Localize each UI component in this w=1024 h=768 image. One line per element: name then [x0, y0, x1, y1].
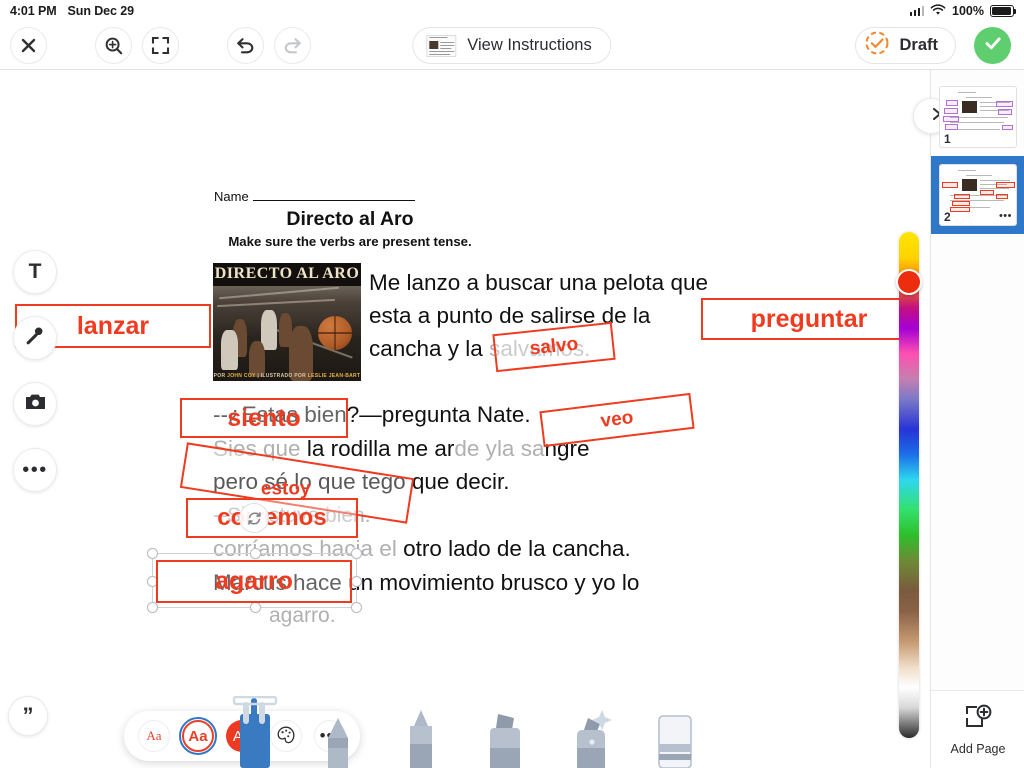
close-icon[interactable] [10, 27, 47, 64]
annotation-corremos-text: corremos [217, 504, 327, 531]
page-number-label: 2 [944, 210, 951, 224]
font-size-large-button[interactable]: Aa [226, 720, 258, 752]
resize-handle-bl[interactable] [147, 602, 158, 613]
annotation-preguntar-text: preguntar [750, 304, 868, 333]
document-thumbnail-icon [426, 34, 457, 57]
page-subtitle: Make sure the verbs are present tense. [228, 234, 472, 249]
page-title: Directo al Aro [286, 208, 414, 230]
comment-button[interactable]: ” [8, 696, 48, 736]
redo-icon[interactable] [274, 27, 311, 64]
status-time: 4:01 PM [10, 4, 57, 18]
text-tool-button[interactable]: T [13, 250, 57, 294]
toolbar-right-group: Draft [855, 27, 1024, 64]
resize-handle-bc[interactable] [250, 602, 261, 613]
name-field-row: Name [214, 189, 415, 204]
text-T-icon: T [28, 260, 42, 283]
more-tools-button[interactable]: ••• [13, 448, 57, 492]
annotation-agarro-text: agarro [215, 567, 293, 595]
resize-handle-tc[interactable] [250, 548, 261, 559]
text-format-toolbar: Aa Aa Aa ••• [124, 711, 360, 761]
add-page-label: Add Page [950, 741, 1006, 756]
font-size-medium-button[interactable]: Aa [179, 717, 217, 755]
view-instructions-label: View Instructions [467, 36, 592, 54]
audio-tool-button[interactable] [13, 316, 57, 360]
cellular-bars-icon [909, 6, 925, 16]
status-bar: 4:01 PM Sun Dec 29 100% [0, 0, 1024, 22]
status-indicators: 100% [909, 3, 1017, 19]
quote-icon: ” [22, 703, 34, 728]
dashed-circle-check-icon [864, 30, 890, 61]
worksheet-page: Name Directo al Aro Make sure the verbs … [0, 70, 930, 768]
wifi-icon [930, 3, 946, 19]
view-instructions-button[interactable]: View Instructions [412, 27, 612, 64]
resize-handle-br[interactable] [351, 602, 362, 613]
format-more-button[interactable]: ••• [314, 720, 346, 752]
name-label: Name [214, 189, 249, 204]
camera-tool-button[interactable] [13, 382, 57, 426]
page-options-button[interactable]: ••• [999, 211, 1012, 222]
annotation-siento[interactable]: siento [180, 398, 348, 438]
page-plus-icon [963, 704, 993, 735]
page-thumbnail-list: 1 2 ••• [931, 78, 1024, 234]
toolbar-left-group [0, 27, 311, 64]
submit-button[interactable] [974, 27, 1011, 64]
battery-full-icon [990, 5, 1017, 17]
worksheet-canvas[interactable]: Name Directo al Aro Make sure the verbs … [0, 70, 930, 768]
annotation-preguntar[interactable]: preguntar [701, 298, 915, 340]
annotation-veo-text: veo [599, 407, 635, 432]
left-tool-rail: T ••• [13, 250, 57, 492]
checkmark-icon [982, 32, 1004, 59]
rotate-handle[interactable] [239, 503, 269, 533]
top-toolbar: View Instructions Draft [0, 22, 1024, 70]
microphone-icon [24, 325, 46, 352]
page-panel: 1 2 ••• Add Page [913, 70, 1024, 768]
annotation-lanzar-text: lanzar [76, 311, 150, 340]
color-slider-thumb[interactable] [896, 269, 922, 295]
annotation-corremos[interactable]: corremos [186, 498, 358, 538]
page-thumbnail-2[interactable]: 2 ••• [931, 156, 1024, 234]
annotation-salvo-text: salvo [528, 333, 580, 360]
book-cover-credits: POR JOHN COY | ILUSTRADO POR LESLIE JEAN… [213, 373, 361, 379]
status-date: Sun Dec 29 [67, 4, 134, 18]
status-badge-label: Draft [899, 36, 938, 54]
annotation-agarro[interactable]: agarro [156, 560, 352, 603]
status-badge[interactable]: Draft [855, 27, 956, 64]
battery-percent: 100% [952, 4, 984, 18]
fullscreen-icon[interactable] [142, 27, 179, 64]
font-size-small-button[interactable]: Aa [138, 720, 170, 752]
book-cover-title: DIRECTO AL ARO [214, 265, 360, 282]
passage-line: Me lanzo a buscar una pelota que [369, 270, 708, 295]
undo-icon[interactable] [227, 27, 264, 64]
book-cover-image: DIRECTO AL ARO POR JOHN COY | ILUSTRADO … [213, 263, 361, 381]
zoom-in-icon[interactable] [95, 27, 132, 64]
resize-handle-mr[interactable] [351, 576, 362, 587]
page-number-label: 1 [944, 132, 951, 146]
add-page-button[interactable]: Add Page [931, 690, 1024, 768]
color-picker-slider[interactable] [899, 232, 919, 738]
name-blank-line [252, 200, 415, 201]
resize-handle-tl[interactable] [147, 548, 158, 559]
resize-handle-tr[interactable] [351, 548, 362, 559]
color-palette-button[interactable] [270, 720, 302, 752]
page-thumbnail-1[interactable]: 1 [931, 78, 1024, 156]
annotation-siento-text: siento [227, 403, 301, 432]
camera-icon [24, 391, 47, 417]
palette-icon [276, 725, 296, 748]
